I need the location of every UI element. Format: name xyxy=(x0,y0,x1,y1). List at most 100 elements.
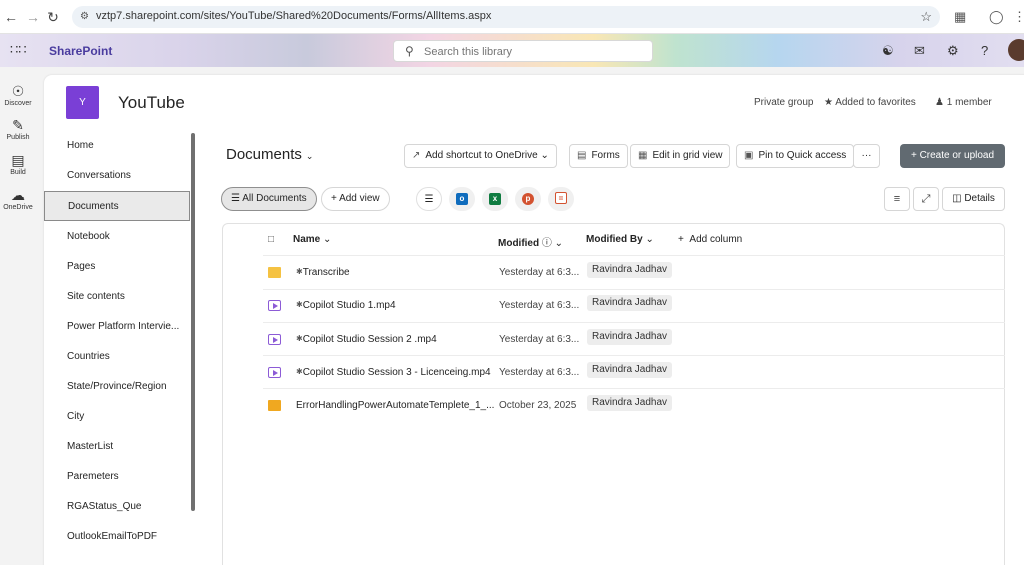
library-title[interactable]: Documents ⌄ xyxy=(226,146,313,163)
table-row[interactable]: ErrorHandlingPowerAutomateTemplete_1_... xyxy=(296,400,494,411)
nav-item-city[interactable]: City xyxy=(44,402,190,432)
nav-item-power-platform[interactable]: Power Platform Intervie... xyxy=(44,312,190,342)
file-name[interactable]: Transcribe xyxy=(303,267,350,278)
column-header-name[interactable]: Name ⌄ xyxy=(293,234,331,245)
table-row[interactable]: ✱Transcribe xyxy=(296,267,350,278)
nav-item-paremeters[interactable]: Paremeters xyxy=(44,462,190,492)
profile-icon[interactable]: ◯ xyxy=(989,9,1004,25)
file-name[interactable]: ErrorHandlingPowerAutomateTemplete_1_... xyxy=(296,400,494,411)
browser-menu-icon[interactable]: ⋮ xyxy=(1013,9,1024,25)
forms-button[interactable]: ▤ Forms xyxy=(569,144,628,168)
nav-item-outlook-email[interactable]: OutlookEmailToPDF xyxy=(44,522,190,552)
modified-by-pill[interactable]: Ravindra Jadhav xyxy=(587,295,673,311)
nav-item-notebook[interactable]: Notebook xyxy=(44,222,190,252)
favorite-button[interactable]: ★ Added to favorites xyxy=(824,97,916,108)
create-upload-button[interactable]: + Create or upload xyxy=(900,144,1005,168)
app-bar-publish[interactable]: ✎ Publish xyxy=(0,117,36,141)
app-bar-discover[interactable]: ☉ Discover xyxy=(0,83,36,107)
table-row[interactable]: ✱Copilot Studio Session 3 - Licenceing.m… xyxy=(296,367,491,378)
app-launcher-icon[interactable]: ∷∷ xyxy=(10,43,27,57)
details-button[interactable]: ◫ Details xyxy=(942,187,1005,211)
modified-by-pill[interactable]: Ravindra Jadhav xyxy=(587,362,673,378)
expand-button[interactable]: ⤢ xyxy=(913,187,939,211)
bookmark-star-icon[interactable]: ☆ xyxy=(920,9,932,25)
nav-item-countries[interactable]: Countries xyxy=(44,342,190,372)
search-box[interactable]: ⚲ xyxy=(393,40,653,62)
site-info-icon[interactable]: ⚙ xyxy=(80,11,92,23)
grid-view-button[interactable]: ▦ Edit in grid view xyxy=(630,144,731,168)
forward-arrow-icon[interactable]: → xyxy=(24,8,42,26)
modified-by-pill[interactable]: Ravindra Jadhav xyxy=(587,329,673,345)
add-shortcut-button[interactable]: ↗ Add shortcut to OneDrive ⌄ xyxy=(404,144,557,168)
forms-icon: ▤ xyxy=(577,150,587,161)
megaphone-icon[interactable]: ✉ xyxy=(914,43,925,59)
outlook-button[interactable]: o xyxy=(449,187,475,211)
nav-item-site-contents[interactable]: Site contents xyxy=(44,282,190,312)
column-header-modified-by[interactable]: Modified By ⌄ xyxy=(586,234,654,245)
nav-item-home[interactable]: Home xyxy=(44,131,190,161)
app-bar-label: Build xyxy=(10,169,26,176)
add-view-button[interactable]: + Add view xyxy=(321,187,390,211)
reload-icon[interactable]: ↻ xyxy=(44,8,62,26)
file-name[interactable]: Copilot Studio Session 2 .mp4 xyxy=(303,334,437,345)
excel-button[interactable]: x xyxy=(482,187,508,211)
sharepoint-brand[interactable]: SharePoint xyxy=(49,44,112,58)
filter-icon: ☰ xyxy=(424,194,434,205)
nav-scrollbar[interactable] xyxy=(191,133,195,511)
back-arrow-icon[interactable]: ← xyxy=(2,8,20,26)
pin-label: Pin to Quick access xyxy=(758,150,847,161)
address-bar[interactable]: ⚙ vztp7.sharepoint.com/sites/YouTube/Sha… xyxy=(72,6,940,28)
more-options-button[interactable]: ··· xyxy=(853,144,880,168)
search-input[interactable] xyxy=(424,44,644,59)
app-bar: ☉ Discover ✎ Publish ▤ Build ☁ OneDrive xyxy=(0,67,36,565)
grid-icon: ▦ xyxy=(638,150,648,161)
cloud-icon: ☁ xyxy=(11,187,25,203)
members-button[interactable]: ♟ 1 member xyxy=(935,97,992,108)
file-name[interactable]: Copilot Studio 1.mp4 xyxy=(303,300,396,311)
nav-item-rgastatus[interactable]: RGAStatus_Que xyxy=(44,492,190,522)
table-row[interactable]: ✱Copilot Studio 1.mp4 xyxy=(296,300,396,311)
nav-item-masterlist[interactable]: MasterList xyxy=(44,432,190,462)
details-label: Details xyxy=(964,193,995,204)
modified-date: Yesterday at 6:3... xyxy=(499,300,580,311)
extensions-icon[interactable]: ▦ xyxy=(954,9,966,25)
file-type-icon[interactable]: □ xyxy=(268,234,274,245)
modified-by-pill[interactable]: Ravindra Jadhav xyxy=(587,262,673,278)
filter-button[interactable]: ☰ xyxy=(416,187,442,211)
excel-icon: x xyxy=(489,193,501,205)
settings-gear-icon[interactable]: ⚙ xyxy=(947,43,959,59)
zip-folder-icon xyxy=(268,400,281,411)
powerpoint-button[interactable]: p xyxy=(515,187,541,211)
avatar[interactable] xyxy=(1008,39,1024,61)
grid-view-label: Edit in grid view xyxy=(652,150,723,161)
sliders-icon: ≡ xyxy=(893,193,901,205)
column-modified-by-label: Modified By xyxy=(586,234,643,245)
modified-date: Yesterday at 6:3... xyxy=(499,334,580,345)
nav-item-conversations[interactable]: Conversations xyxy=(44,161,190,191)
forms-app-button[interactable]: = xyxy=(548,187,574,211)
nav-item-pages[interactable]: Pages xyxy=(44,252,190,282)
table-row[interactable]: ✱Copilot Studio Session 2 .mp4 xyxy=(296,334,437,345)
video-file-icon xyxy=(268,334,281,345)
copilot-icon[interactable]: ☯ xyxy=(882,43,894,59)
help-icon[interactable]: ? xyxy=(981,43,988,58)
view-all-documents[interactable]: ☰ All Documents xyxy=(221,187,317,211)
site-logo[interactable]: Y xyxy=(66,86,99,119)
column-header-modified[interactable]: Modified ⓘ ⌄ xyxy=(498,234,563,249)
modified-date: Yesterday at 6:3... xyxy=(499,367,580,378)
modified-by-pill[interactable]: Ravindra Jadhav xyxy=(587,395,673,411)
calendar-icon: = xyxy=(555,192,567,204)
nav-item-documents[interactable]: Documents xyxy=(44,191,190,221)
favorite-label: Added to favorites xyxy=(835,97,916,108)
add-column-button[interactable]: + Add column xyxy=(678,234,742,245)
site-title[interactable]: YouTube xyxy=(118,93,185,113)
column-name-label: Name xyxy=(293,234,321,245)
app-bar-build[interactable]: ▤ Build xyxy=(0,152,36,176)
nav-item-state-province[interactable]: State/Province/Region xyxy=(44,372,190,402)
app-bar-onedrive[interactable]: ☁ OneDrive xyxy=(0,187,36,211)
new-item-icon: ✱ xyxy=(296,300,303,309)
file-name[interactable]: Copilot Studio Session 3 - Licenceing.mp… xyxy=(303,367,491,378)
pin-quick-access-button[interactable]: ▣ Pin to Quick access xyxy=(736,144,855,168)
modified-date: October 23, 2025 xyxy=(499,400,577,411)
customize-view-button[interactable]: ≡ xyxy=(884,187,910,211)
